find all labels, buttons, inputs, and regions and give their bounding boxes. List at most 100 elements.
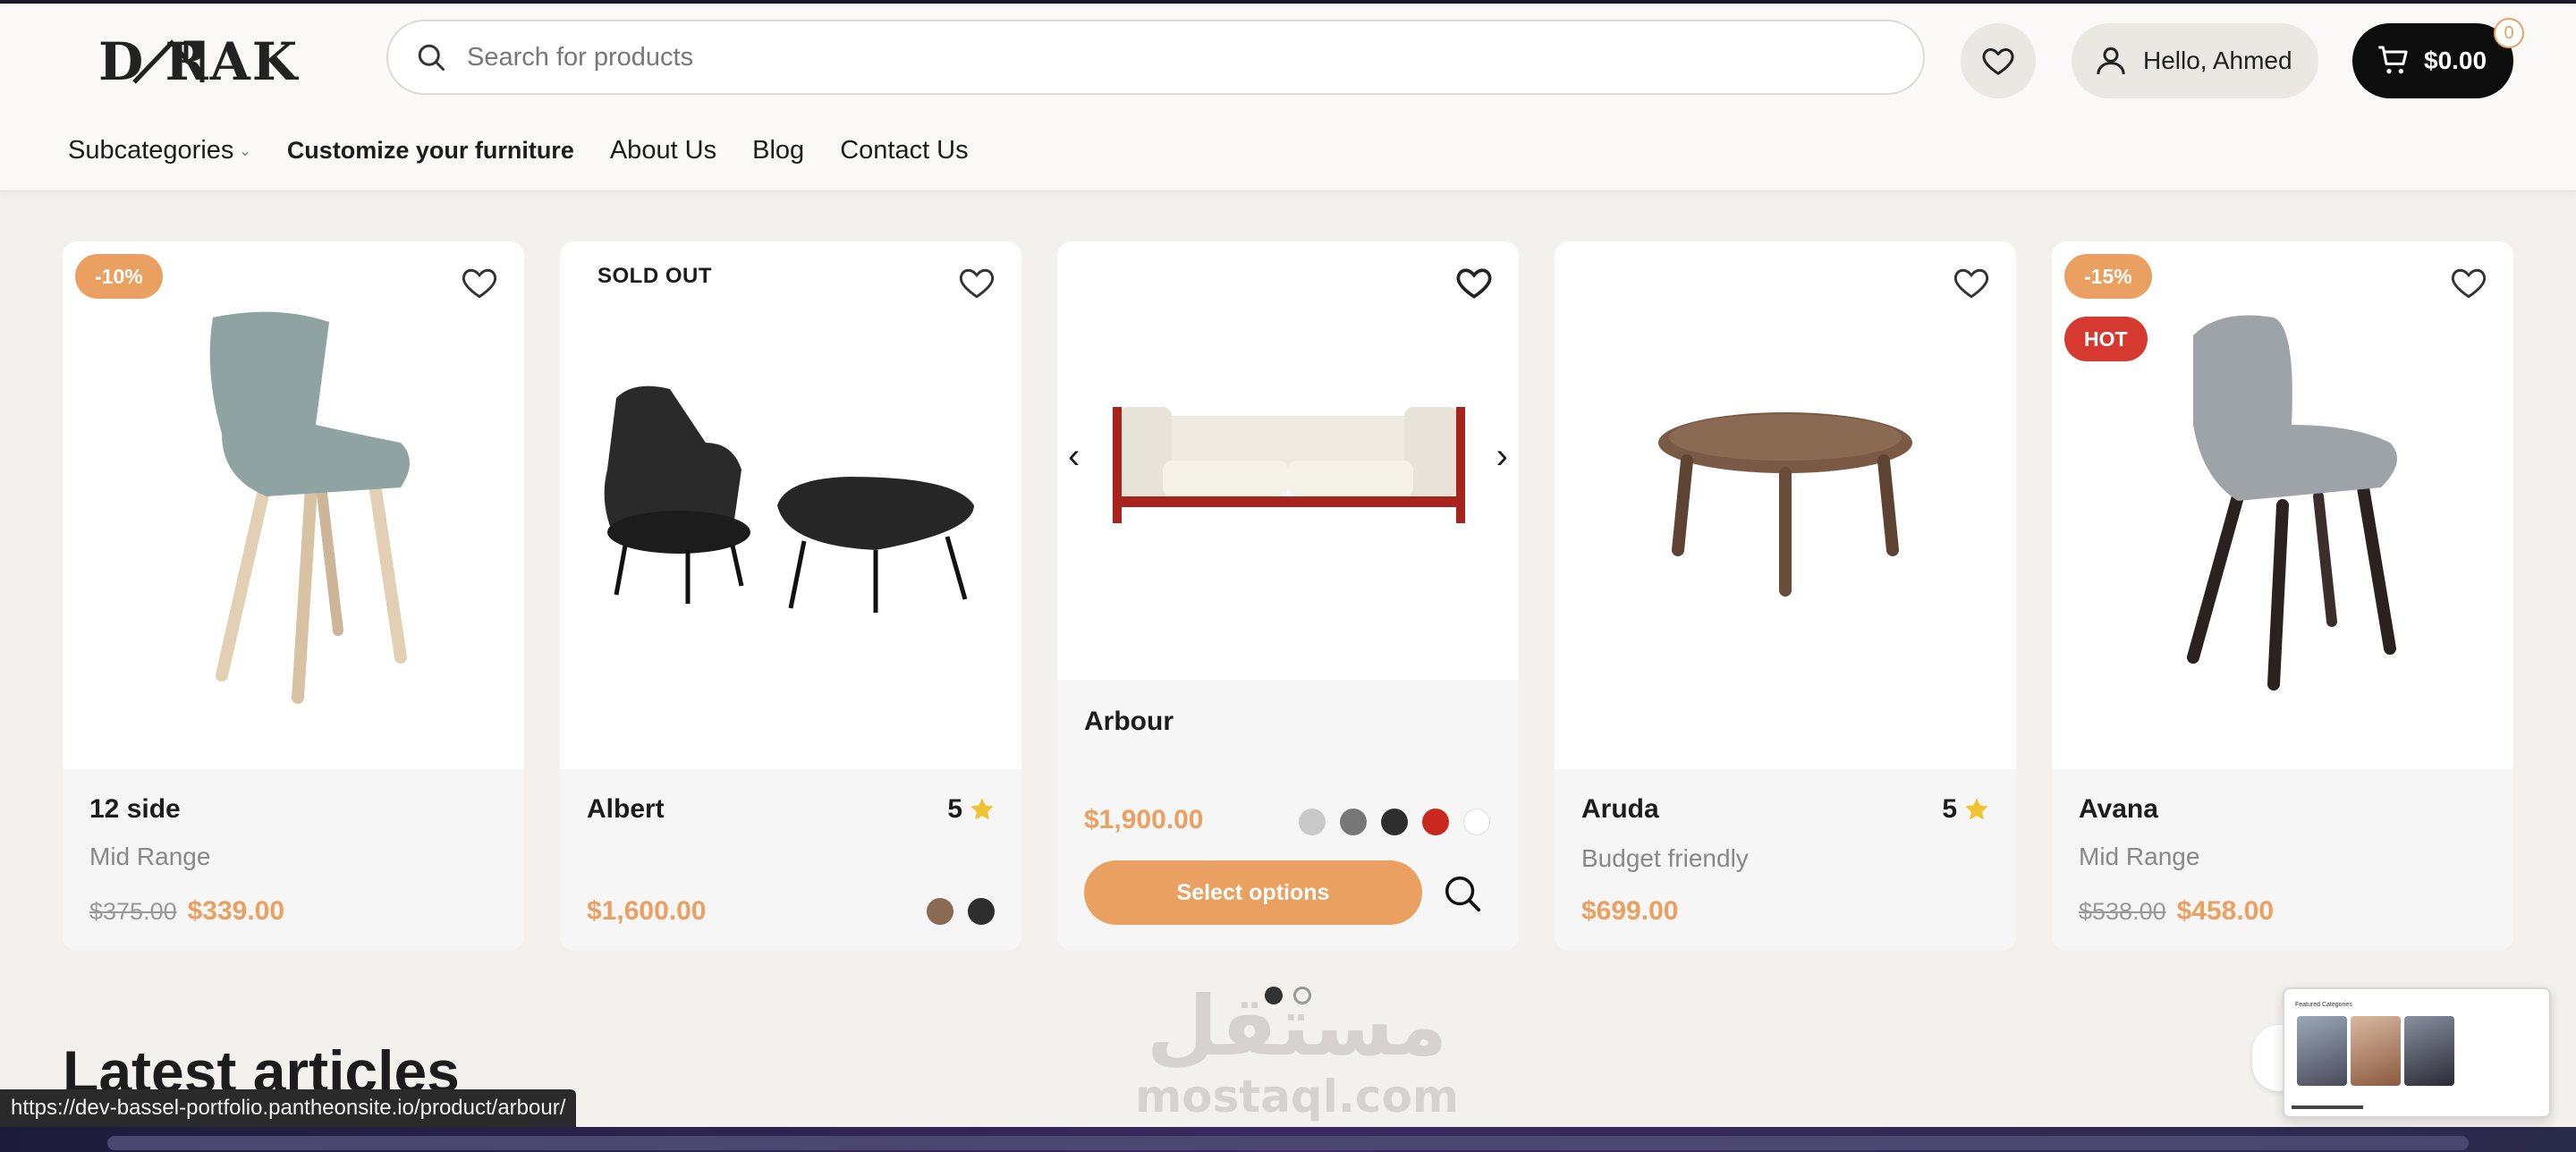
site-logo[interactable]: D RAK	[98, 30, 331, 93]
product-image[interactable]	[1057, 241, 1519, 680]
search-icon	[418, 44, 445, 71]
nav-subcategories[interactable]: Subcategories ⌄	[68, 136, 251, 165]
nav-label: About Us	[609, 136, 717, 165]
old-price: $538.00	[2079, 898, 2166, 925]
watermark-arabic: مستقل	[1146, 978, 1448, 1074]
price: $339.00	[187, 896, 285, 926]
window-bottom-strip	[0, 1127, 2576, 1152]
search-bar[interactable]	[386, 20, 1925, 95]
price-row: $699.00	[1581, 896, 1678, 927]
product-name[interactable]: Avana	[2079, 794, 2158, 825]
price: $699.00	[1581, 896, 1679, 926]
preview-label: Featured Categories	[2295, 1002, 2352, 1008]
product-image[interactable]	[560, 241, 1021, 769]
old-price: $375.00	[89, 898, 177, 925]
swatch-grey[interactable]	[1340, 809, 1367, 835]
price-row: $375.00 $339.00	[89, 896, 284, 927]
price-row: $1,600.00	[587, 896, 706, 927]
product-image[interactable]	[63, 241, 524, 769]
price: $1,900.00	[1084, 805, 1204, 834]
watermark-latin: mostaql.com	[1135, 1071, 1459, 1122]
star-icon	[1965, 798, 1988, 820]
product-category: Mid Range	[2079, 843, 2200, 870]
hot-badge: HOT	[2064, 317, 2148, 361]
main-nav: Subcategories ⌄ Customize your furniture…	[68, 136, 1004, 165]
price: $458.00	[2176, 896, 2275, 926]
nav-about[interactable]: About Us	[610, 136, 716, 165]
product-info: Arbour $1,900.00 Select options	[1057, 680, 1519, 950]
status-bar-url: https://dev-bassel-portfolio.pantheonsit…	[0, 1089, 577, 1127]
product-card-avana[interactable]: -15% HOT Avana Mid Range $538.00 $458.00	[2052, 241, 2513, 950]
cart-count-badge: 0	[2494, 18, 2524, 48]
sold-out-badge: SOLD OUT	[597, 264, 712, 288]
swatch-white[interactable]	[1463, 809, 1490, 835]
account-button[interactable]: Hello, Ahmed	[2072, 23, 2318, 98]
carousel-next-arrow[interactable]: ›	[1496, 436, 1508, 477]
nav-label: Subcategories	[68, 136, 234, 165]
price-row: $1,900.00	[1084, 805, 1203, 835]
nav-customize[interactable]: Customize your furniture	[287, 137, 574, 165]
rating: 5	[947, 794, 996, 825]
star-icon	[970, 798, 994, 820]
wishlist-button[interactable]	[1961, 23, 2036, 98]
product-category: Budget friendly	[1581, 844, 1749, 872]
heart-icon[interactable]	[957, 263, 996, 302]
product-name[interactable]: Arbour	[1084, 707, 1174, 737]
preview-progress	[2292, 1105, 2363, 1109]
preview-image	[2404, 1016, 2454, 1086]
armchair-ottoman-image	[604, 385, 974, 613]
chevron-down-icon: ⌄	[239, 143, 251, 159]
quick-view-search-icon[interactable]	[1442, 873, 1483, 914]
coffee-table-image	[1658, 412, 1912, 597]
site-header: D RAK Hello, Ahmed $0.00 0	[0, 4, 2576, 191]
page-preview-thumbnail[interactable]: Featured Categories	[2283, 987, 2551, 1118]
swatch-light-grey[interactable]	[1299, 809, 1326, 835]
rating: 5	[1942, 794, 1991, 825]
product-card-aruda[interactable]: Aruda 5 Budget friendly $699.00	[1555, 241, 2016, 950]
nav-contact[interactable]: Contact Us	[840, 136, 968, 165]
product-image[interactable]	[1555, 241, 2016, 769]
nav-label: Customize your furniture	[286, 137, 574, 164]
carousel-prev-arrow[interactable]: ‹	[1068, 436, 1080, 477]
nav-label: Contact Us	[840, 136, 969, 165]
price: $1,600.00	[587, 896, 707, 926]
discount-badge: -15%	[2064, 254, 2152, 299]
heart-icon[interactable]	[460, 263, 499, 302]
product-card-arbour[interactable]: ‹ › Arbour $1,900.00 Select options	[1057, 241, 1519, 950]
nav-blog[interactable]: Blog	[752, 136, 804, 165]
cart-icon	[2378, 46, 2408, 74]
product-info: 12 side Mid Range $375.00 $339.00	[63, 769, 524, 950]
product-card-12-side[interactable]: -10% 12 side Mid Range $375.00 $339.00	[63, 241, 524, 950]
logo-roof-icon	[132, 39, 205, 84]
product-name[interactable]: Albert	[587, 794, 665, 825]
sofa-image	[1113, 407, 1465, 523]
product-info: Avana Mid Range $538.00 $458.00	[2052, 769, 2513, 950]
product-info: Aruda 5 Budget friendly $699.00	[1555, 769, 2016, 950]
heart-icon	[1982, 48, 2014, 75]
product-name[interactable]: 12 side	[89, 794, 181, 825]
product-name[interactable]: Aruda	[1581, 794, 1659, 825]
select-options-button[interactable]: Select options	[1084, 860, 1422, 925]
cart-amount: $0.00	[2424, 47, 2487, 74]
color-swatches	[1299, 809, 1504, 835]
rating-value: 5	[947, 794, 962, 824]
heart-icon[interactable]	[2449, 263, 2488, 302]
taskbar	[107, 1136, 2469, 1150]
rating-value: 5	[1942, 794, 1957, 824]
search-input[interactable]	[467, 42, 1809, 72]
color-swatches	[927, 898, 1009, 925]
watermark: مستقل mostaql.com	[1127, 982, 1467, 1122]
preview-image	[2351, 1016, 2401, 1086]
heart-icon[interactable]	[1952, 263, 1991, 302]
chair-image	[2187, 315, 2397, 690]
cart-button[interactable]: $0.00	[2352, 23, 2513, 98]
swatch-black[interactable]	[1381, 809, 1408, 835]
swatch-black[interactable]	[968, 898, 995, 925]
user-icon	[2097, 47, 2125, 75]
product-card-albert[interactable]: SOLD OUT Albert 5 $1,600.00	[560, 241, 1021, 950]
discount-badge: -10%	[75, 254, 163, 299]
swatch-red[interactable]	[1422, 809, 1449, 835]
swatch-brown[interactable]	[927, 898, 953, 925]
heart-icon[interactable]	[1454, 263, 1494, 302]
product-category: Mid Range	[89, 843, 211, 870]
